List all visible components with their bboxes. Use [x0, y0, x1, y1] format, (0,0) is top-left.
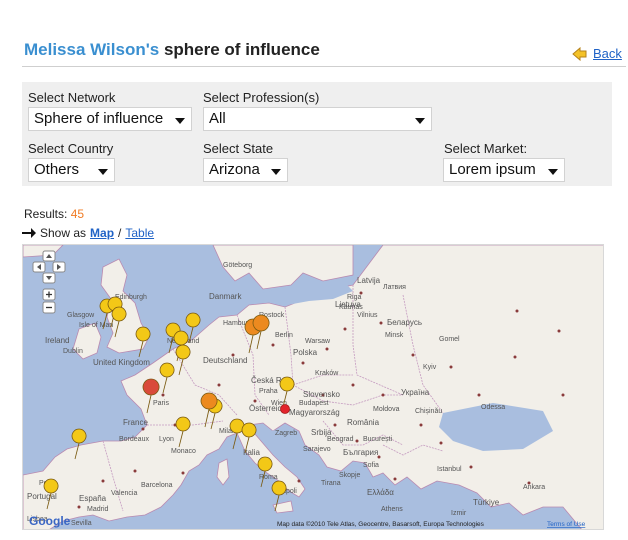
- map-label: Portugal: [27, 492, 57, 501]
- page-title-text: sphere of influence: [163, 40, 320, 59]
- map-label: Kraków: [315, 370, 339, 377]
- map-label: Türkiye: [473, 498, 500, 507]
- map-label: Barcelona: [141, 482, 173, 489]
- country-label: Select Country: [28, 141, 114, 156]
- results-label: Results:: [24, 207, 68, 221]
- map-label: Slovensko: [303, 390, 340, 399]
- current-location-dot[interactable]: [280, 404, 290, 414]
- map-label: Україна: [401, 388, 430, 397]
- table-view-link[interactable]: Table: [125, 226, 154, 240]
- map-label: Praha: [259, 388, 278, 395]
- map-label: Chișinău: [415, 408, 442, 415]
- network-label: Select Network: [28, 90, 116, 105]
- map-label: Beograd: [327, 436, 354, 443]
- map-label: Isle of Man: [79, 322, 113, 329]
- map-label: Moldova: [373, 406, 400, 413]
- map-label: Monaco: [171, 448, 196, 455]
- show-as-label: Show as: [40, 226, 87, 240]
- map-label: United Kingdom: [93, 358, 150, 367]
- map-label: Латвия: [383, 284, 406, 291]
- map-label: Dublin: [63, 348, 83, 355]
- map-label: Magyarország: [289, 408, 340, 417]
- map-label: Valencia: [111, 490, 137, 497]
- map-label: Istanbul: [437, 466, 462, 473]
- country-select[interactable]: Others: [28, 158, 115, 182]
- map-label: Bordeaux: [119, 436, 149, 443]
- map-label: Athens: [381, 506, 403, 513]
- map-label: Tirana: [321, 480, 341, 487]
- map-label: España: [79, 494, 107, 503]
- map-label: Madrid: [87, 506, 109, 513]
- map-label: Odessa: [481, 404, 505, 411]
- back-link-wrapper[interactable]: Back: [572, 46, 622, 61]
- map-label: France: [123, 418, 148, 427]
- chevron-down-icon: [98, 169, 108, 175]
- map-label: Kaunas: [339, 304, 363, 311]
- map-label: România: [347, 418, 380, 427]
- profession-label: Select Profession(s): [203, 90, 320, 105]
- map-label: Paris: [153, 400, 169, 407]
- terms-of-use-link[interactable]: Terms of Use: [547, 521, 586, 528]
- map-label: Glasgow: [67, 312, 95, 319]
- map-view-link[interactable]: Map: [90, 226, 114, 240]
- europe-map[interactable]: Edinburgh Göteborg Riga Latvija Lietuva …: [23, 245, 604, 530]
- page-title: Melissa Wilson's sphere of influence: [24, 40, 320, 60]
- map-label: Minsk: [385, 332, 404, 339]
- right-arrow-icon: [22, 228, 36, 238]
- map-label: Budapest: [299, 400, 329, 407]
- map-label: Ankara: [523, 484, 545, 491]
- map-label: Vilnius: [357, 312, 378, 319]
- map-label: Göteborg: [223, 262, 252, 269]
- view-toggle: Show as Map / Table: [22, 226, 154, 240]
- results-summary: Results: 45: [24, 207, 84, 221]
- map-label: Kyiv: [423, 364, 437, 371]
- user-name[interactable]: Melissa Wilson's: [24, 40, 159, 59]
- market-label: Select Market:: [444, 141, 528, 156]
- map-label: Berlin: [275, 332, 293, 339]
- map-label: Warsaw: [305, 338, 331, 345]
- chevron-down-icon: [548, 169, 558, 175]
- map-label: Skopje: [339, 472, 361, 479]
- filter-panel: Select Network Sphere of influence Selec…: [22, 82, 612, 186]
- map-label: Deutschland: [203, 356, 247, 365]
- chevron-down-icon: [415, 118, 425, 124]
- profession-select[interactable]: All: [203, 107, 432, 131]
- market-select[interactable]: Lorem ipsum: [443, 158, 565, 182]
- map-label: București: [363, 436, 393, 443]
- map-label: Sarajevo: [303, 446, 331, 453]
- map-label: Lyon: [159, 436, 174, 443]
- map-label: Danmark: [209, 292, 242, 301]
- map-view[interactable]: Edinburgh Göteborg Riga Latvija Lietuva …: [22, 244, 604, 530]
- back-arrow-icon: [572, 46, 587, 61]
- market-value: Lorem ipsum: [449, 161, 536, 178]
- google-logo[interactable]: Google: [29, 514, 71, 528]
- chevron-down-icon: [271, 169, 281, 175]
- map-label: Roma: [259, 474, 278, 481]
- state-label: Select State: [203, 141, 274, 156]
- map-label: Izmir: [451, 510, 467, 517]
- state-select[interactable]: Arizona: [203, 158, 288, 182]
- map-label: Ελλάδα: [367, 488, 394, 497]
- map-label: Latvija: [357, 276, 381, 285]
- view-separator: /: [118, 226, 122, 240]
- map-label: Gomel: [439, 336, 460, 343]
- title-divider: [22, 66, 626, 67]
- back-link[interactable]: Back: [593, 46, 622, 61]
- map-label: Sevilla: [71, 520, 92, 527]
- map-attribution: Map data ©2010 Tele Atlas, Geocentre, Ba…: [277, 520, 485, 528]
- profession-value: All: [209, 110, 226, 127]
- network-value: Sphere of influence: [34, 110, 164, 127]
- network-select[interactable]: Sphere of influence: [28, 107, 192, 131]
- map-label: Zagreb: [275, 430, 297, 437]
- results-count: 45: [70, 207, 85, 221]
- map-label: Беларусь: [387, 318, 422, 327]
- chevron-down-icon: [175, 118, 185, 124]
- map-label: Polska: [293, 348, 318, 357]
- map-label: Ireland: [45, 336, 69, 345]
- map-label: Sofia: [363, 462, 379, 469]
- map-label: България: [343, 448, 378, 457]
